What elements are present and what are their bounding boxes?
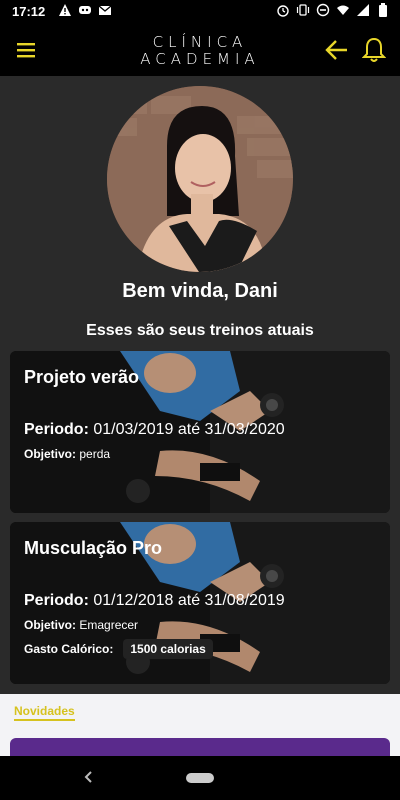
- app-bar: CLÍNICA ACADEMIA: [0, 24, 400, 76]
- workout-period: Periodo: 01/03/2019 até 31/03/2020: [24, 421, 285, 439]
- goal-value: perda: [79, 447, 111, 461]
- signal-icon: [356, 3, 370, 17]
- workout-goal: Objetivo: Emagrecer: [24, 618, 138, 632]
- goal-label: Objetivo:: [24, 447, 77, 461]
- workout-period: Periodo: 01/12/2018 até 31/08/2019: [24, 592, 285, 610]
- goal-value: Emagrecer: [79, 618, 139, 632]
- arrow-left-icon: [325, 40, 347, 60]
- system-nav-bar: [0, 756, 400, 800]
- discord-icon: [78, 3, 92, 17]
- notifications-button[interactable]: [361, 36, 387, 64]
- logo-line-1: CLÍNICA: [152, 33, 248, 51]
- status-bar: 17:12: [0, 0, 400, 24]
- dnd-icon: [316, 3, 330, 17]
- back-button[interactable]: [324, 38, 350, 62]
- alarm-icon: [276, 3, 290, 17]
- workout-title: Projeto verão: [24, 367, 140, 387]
- hamburger-icon: [17, 43, 35, 58]
- period-value: 01/03/2019 até 31/03/2020: [93, 421, 285, 438]
- news-tab[interactable]: Novidades: [14, 704, 75, 721]
- workout-calories: Gasto Calórico: 1500 calorias: [24, 639, 213, 659]
- workout-goal: Objetivo: perda: [24, 447, 110, 461]
- greeting-title: Bem vinda, Dani: [122, 280, 278, 302]
- profile-photo: [107, 86, 293, 272]
- period-label: Periodo:: [24, 592, 89, 609]
- calories-badge: 1500 calorias: [123, 639, 213, 659]
- menu-button[interactable]: [14, 38, 38, 62]
- chevron-left-icon: [84, 771, 92, 783]
- vibrate-icon: [296, 3, 310, 17]
- workout-card[interactable]: Musculação Pro Periodo: 01/12/2018 até 3…: [10, 522, 390, 684]
- warning-icon: [58, 3, 72, 17]
- battery-icon: [376, 3, 390, 17]
- calories-label: Gasto Calórico:: [24, 642, 114, 656]
- system-back-button[interactable]: [80, 768, 96, 786]
- workout-card[interactable]: Projeto verão Periodo: 01/03/2019 até 31…: [10, 351, 390, 513]
- period-value: 01/12/2018 até 31/08/2019: [93, 592, 285, 609]
- avatar[interactable]: [107, 86, 293, 272]
- goal-label: Objetivo:: [24, 618, 77, 632]
- wifi-icon: [336, 3, 350, 17]
- news-section: Novidades: [0, 694, 400, 768]
- app-logo: CLÍNICA ACADEMIA: [130, 34, 270, 68]
- logo-line-2: ACADEMIA: [140, 50, 260, 68]
- system-home-button[interactable]: [186, 773, 214, 783]
- home-content: Bem vinda, Dani Esses são seus treinos a…: [0, 76, 400, 694]
- bell-icon: [361, 37, 387, 62]
- period-label: Periodo:: [24, 421, 89, 438]
- gmail-icon: [98, 3, 112, 17]
- workout-title: Musculação Pro: [24, 538, 163, 558]
- status-time: 17:12: [12, 4, 46, 19]
- workouts-subtitle: Esses são seus treinos atuais: [86, 322, 314, 339]
